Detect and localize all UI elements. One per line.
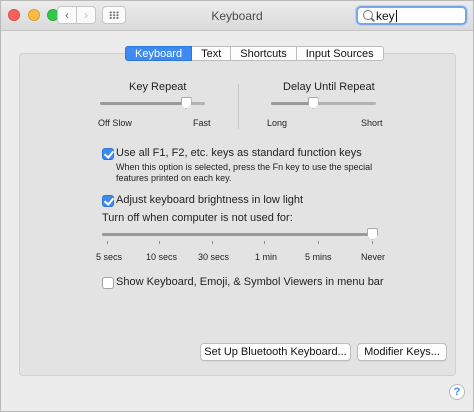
key-repeat-off-label: Off bbox=[98, 118, 110, 128]
brightness-label[interactable]: Adjust keyboard brightness in low light bbox=[116, 194, 303, 206]
key-repeat-label: Key Repeat bbox=[129, 81, 187, 93]
delay-until-repeat-fill bbox=[271, 102, 313, 105]
key-repeat-fill bbox=[100, 102, 187, 105]
tab-keyboard[interactable]: Keyboard bbox=[125, 46, 193, 61]
turn-off-tick bbox=[264, 241, 265, 244]
turn-off-tick bbox=[159, 241, 160, 244]
key-repeat-min-label: Off Slow bbox=[98, 118, 132, 128]
fn-keys-description-line2: features printed on each key. bbox=[116, 173, 232, 183]
fn-keys-label[interactable]: Use all F1, F2, etc. keys as standard fu… bbox=[116, 147, 362, 159]
title-bar: ‹ › Keyboard key bbox=[1, 1, 473, 31]
delay-min-label: Long bbox=[267, 118, 288, 128]
search-icon bbox=[363, 10, 373, 20]
turn-off-option-label: 5 mins bbox=[305, 252, 332, 262]
tab-text[interactable]: Text bbox=[192, 46, 232, 61]
turn-off-option-label: 5 secs bbox=[96, 252, 123, 262]
text-caret bbox=[395, 10, 397, 22]
turn-off-option-label: Never bbox=[361, 252, 386, 262]
delay-max-label: Short bbox=[361, 118, 383, 128]
viewers-label[interactable]: Show Keyboard, Emoji, & Symbol Viewers i… bbox=[116, 276, 384, 288]
keyboard-preferences-window: ‹ › Keyboard key Keyboard Text Shortcuts… bbox=[0, 0, 474, 412]
modifier-keys-button[interactable]: Modifier Keys... bbox=[357, 343, 447, 361]
turn-off-label: Turn off when computer is not used for: bbox=[102, 212, 293, 224]
tab-bar: Keyboard Text Shortcuts Input Sources bbox=[125, 46, 384, 61]
key-repeat-max-label: Fast bbox=[193, 118, 211, 128]
turn-off-option-label: 10 secs bbox=[146, 252, 178, 262]
search-input[interactable]: key bbox=[376, 9, 395, 23]
turn-off-option-label: 30 secs bbox=[198, 252, 230, 262]
bluetooth-keyboard-button[interactable]: Set Up Bluetooth Keyboard... bbox=[200, 343, 351, 361]
turn-off-option-label: 1 min bbox=[255, 252, 278, 262]
key-repeat-slow-label: Slow bbox=[112, 118, 132, 128]
tab-input-sources[interactable]: Input Sources bbox=[296, 46, 384, 61]
tab-shortcuts[interactable]: Shortcuts bbox=[231, 46, 297, 61]
delay-until-repeat-label: Delay Until Repeat bbox=[283, 81, 375, 93]
turn-off-tick bbox=[107, 241, 108, 244]
turn-off-tick bbox=[318, 241, 319, 244]
search-field[interactable]: key bbox=[356, 6, 467, 25]
help-button[interactable]: ? bbox=[449, 384, 465, 400]
fn-keys-checkbox[interactable] bbox=[102, 148, 114, 160]
fn-keys-description-line1: When this option is selected, press the … bbox=[116, 162, 373, 172]
turn-off-tick bbox=[212, 241, 213, 244]
turn-off-fill bbox=[102, 233, 373, 236]
turn-off-tick bbox=[372, 241, 373, 244]
viewers-checkbox[interactable] bbox=[102, 277, 114, 289]
delay-until-repeat-slider[interactable] bbox=[271, 102, 376, 105]
brightness-checkbox[interactable] bbox=[102, 195, 114, 207]
divider bbox=[238, 84, 239, 129]
turn-off-slider[interactable] bbox=[102, 233, 373, 236]
